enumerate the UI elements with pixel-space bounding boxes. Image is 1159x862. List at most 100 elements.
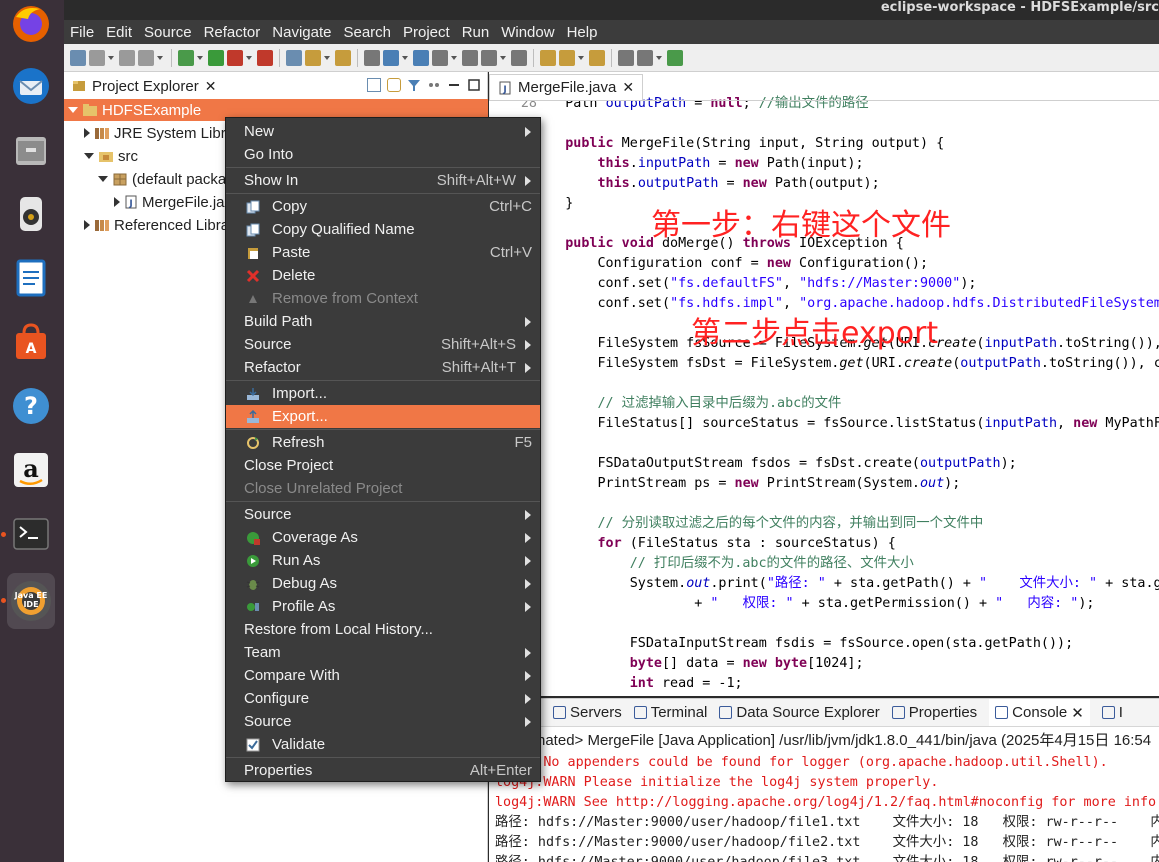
collapse-arrow-icon[interactable] xyxy=(84,220,90,230)
dropdown-caret-icon[interactable] xyxy=(656,55,662,60)
block-icon[interactable] xyxy=(462,49,478,66)
dropdown-caret-icon[interactable] xyxy=(451,55,457,60)
menu-item-import[interactable]: Import... xyxy=(226,382,540,405)
menu-item-properties[interactable]: Properties Alt+Enter xyxy=(226,759,540,782)
maximize-icon[interactable] xyxy=(467,78,481,92)
print-icon[interactable] xyxy=(138,49,154,66)
help-icon[interactable]: ? xyxy=(7,382,55,430)
firefox-icon[interactable] xyxy=(7,0,55,48)
code-area[interactable]: 28 Path outputPath = null; //输出文件的路径29 p… xyxy=(489,92,1159,696)
menu-item-close-project[interactable]: Close Project xyxy=(226,454,540,477)
run-icon[interactable] xyxy=(208,49,224,66)
tab-data-source-explorer[interactable]: Data Source Explorer xyxy=(719,704,880,721)
menu-item-profile-as[interactable]: Profile As xyxy=(226,595,540,618)
tree-item-src[interactable]: src xyxy=(84,145,138,167)
menu-item-restore-from-local-history[interactable]: Restore from Local History... xyxy=(226,618,540,641)
menu-item-source[interactable]: Source xyxy=(226,710,540,733)
menu-item-debug-as[interactable]: Debug As xyxy=(226,572,540,595)
toggle-icon[interactable] xyxy=(432,49,448,66)
menu-item-configure[interactable]: Configure xyxy=(226,687,540,710)
menu-item-team[interactable]: Team xyxy=(226,641,540,664)
coverage-icon[interactable] xyxy=(227,49,243,66)
expand-arrow-icon[interactable] xyxy=(98,176,108,182)
tab-properties[interactable]: Properties xyxy=(891,704,977,721)
menu-item-copy[interactable]: Copy Ctrl+C xyxy=(226,195,540,218)
eclipse-ide-icon[interactable]: Java EE IDE xyxy=(7,573,55,629)
console-output[interactable]: :WARN No appenders could be found for lo… xyxy=(495,753,1159,862)
menu-item-go-into[interactable]: Go Into xyxy=(226,143,540,166)
software-icon[interactable]: A xyxy=(7,318,55,366)
menu-refactor[interactable]: Refactor xyxy=(198,24,267,41)
project-explorer-tab[interactable]: Project Explorer ✕ xyxy=(68,74,220,98)
dropdown-caret-icon[interactable] xyxy=(108,55,114,60)
view-menu-icon[interactable] xyxy=(427,78,441,92)
save-all-icon[interactable] xyxy=(119,49,135,66)
dropdown-caret-icon[interactable] xyxy=(324,55,330,60)
annotation-icon[interactable] xyxy=(413,49,429,66)
menu-item-source[interactable]: Source Shift+Alt+S xyxy=(226,333,540,356)
next-annotation-icon[interactable] xyxy=(540,49,556,66)
files-icon[interactable] xyxy=(7,126,55,174)
dropdown-caret-icon[interactable] xyxy=(246,55,252,60)
amazon-icon[interactable]: a xyxy=(7,446,55,494)
menu-item-delete[interactable]: Delete xyxy=(226,264,540,287)
thunderbird-icon[interactable] xyxy=(7,62,55,110)
menu-item-compare-with[interactable]: Compare With xyxy=(226,664,540,687)
collapse-arrow-icon[interactable] xyxy=(114,197,120,207)
whitespace-icon[interactable] xyxy=(511,49,527,66)
dropdown-caret-icon[interactable] xyxy=(197,55,203,60)
tab-i[interactable]: I xyxy=(1101,704,1123,721)
menu-item-refactor[interactable]: Refactor Shift+Alt+T xyxy=(226,356,540,379)
menu-item-new[interactable]: New xyxy=(226,120,540,143)
filter-icon[interactable] xyxy=(407,78,421,92)
menu-item-run-as[interactable]: Run As xyxy=(226,549,540,572)
writer-icon[interactable] xyxy=(7,254,55,302)
rhythmbox-icon[interactable] xyxy=(7,190,55,238)
link-editor-icon[interactable] xyxy=(387,78,401,92)
collapse-all-icon[interactable] xyxy=(367,78,381,92)
menu-item-validate[interactable]: Validate xyxy=(226,733,540,756)
menu-edit[interactable]: Edit xyxy=(100,24,138,41)
dropdown-caret-icon[interactable] xyxy=(402,55,408,60)
dropdown-caret-icon[interactable] xyxy=(157,55,163,60)
prev-annotation-icon[interactable] xyxy=(559,49,575,66)
menu-item-refresh[interactable]: Refresh F5 xyxy=(226,431,540,454)
pin-icon[interactable] xyxy=(637,49,653,66)
menu-source[interactable]: Source xyxy=(138,24,198,41)
menu-item-coverage-as[interactable]: Coverage As xyxy=(226,526,540,549)
tab-servers[interactable]: Servers xyxy=(553,704,622,721)
close-icon[interactable]: ✕ xyxy=(1071,704,1084,722)
expand-arrow-icon[interactable] xyxy=(68,107,78,113)
menu-project[interactable]: Project xyxy=(397,24,456,41)
terminal-icon[interactable] xyxy=(7,510,55,558)
menu-item-build-path[interactable]: Build Path xyxy=(226,310,540,333)
debug-icon[interactable] xyxy=(178,49,194,66)
back-icon[interactable] xyxy=(589,49,605,66)
menu-search[interactable]: Search xyxy=(337,24,397,41)
menu-navigate[interactable]: Navigate xyxy=(266,24,337,41)
mark-icon[interactable] xyxy=(481,49,497,66)
tree-item-jre[interactable]: JRE System Libra xyxy=(84,122,234,144)
perspective-icon[interactable] xyxy=(667,49,683,66)
menu-help[interactable]: Help xyxy=(561,24,604,41)
tab-terminal[interactable]: Terminal xyxy=(633,704,707,721)
close-icon[interactable]: ✕ xyxy=(205,78,217,95)
new-project-icon[interactable] xyxy=(286,49,302,66)
menu-item-export[interactable]: Export... xyxy=(226,405,540,428)
menu-window[interactable]: Window xyxy=(495,24,560,41)
menu-file[interactable]: File xyxy=(64,24,100,41)
menu-run[interactable]: Run xyxy=(456,24,496,41)
search-icon[interactable] xyxy=(364,49,380,66)
tree-item-mergefile[interactable]: J MergeFile.ja xyxy=(114,191,225,213)
menu-item-paste[interactable]: Paste Ctrl+V xyxy=(226,241,540,264)
minimize-icon[interactable] xyxy=(447,78,461,92)
dropdown-caret-icon[interactable] xyxy=(500,55,506,60)
close-icon[interactable]: ✕ xyxy=(622,79,634,96)
menu-item-copy-qualified-name[interactable]: Copy Qualified Name xyxy=(226,218,540,241)
forward-icon[interactable] xyxy=(618,49,634,66)
external-tools-icon[interactable] xyxy=(257,49,273,66)
editor-tab-mergefile[interactable]: J MergeFile.java ✕ xyxy=(489,74,644,100)
tree-item-package[interactable]: (default packa xyxy=(98,168,226,190)
open-task-icon[interactable] xyxy=(335,49,351,66)
globe-icon[interactable] xyxy=(383,49,399,66)
